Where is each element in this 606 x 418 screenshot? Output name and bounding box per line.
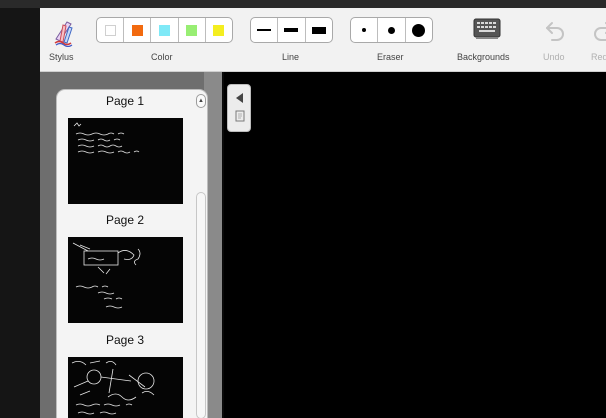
- color-orange[interactable]: [124, 18, 152, 42]
- keyboard-grid-icon: [473, 18, 501, 39]
- collapse-sidebar-button[interactable]: [227, 84, 251, 132]
- undo-button[interactable]: Undo: [536, 8, 574, 72]
- window-left-edge: [0, 8, 40, 418]
- eraser-label: Eraser: [377, 52, 404, 62]
- line-thick-icon: [311, 26, 326, 34]
- page-list: Page 1 Page 2 Page 3 ▲: [56, 89, 208, 418]
- undo-icon: [546, 22, 564, 41]
- page-icon: [235, 110, 245, 122]
- color-picker: [96, 17, 233, 43]
- line-medium-icon: [284, 28, 299, 32]
- line-label: Line: [282, 52, 300, 62]
- page-title: Page 1: [105, 94, 145, 108]
- page-2-sketch: [72, 242, 141, 309]
- drawing-canvas[interactable]: [224, 72, 606, 418]
- eraser-medium-icon: [387, 26, 395, 34]
- redo-button[interactable]: Redo: [586, 8, 606, 72]
- eraser-group: Eraser: [350, 8, 434, 72]
- color-green[interactable]: [179, 18, 206, 42]
- stylus-icon: [54, 21, 73, 47]
- window-top-edge: [0, 0, 606, 8]
- page-thumbnail-3[interactable]: [68, 357, 183, 418]
- eraser-large[interactable]: [406, 18, 432, 42]
- backgrounds-button[interactable]: Backgrounds: [440, 8, 530, 72]
- page-1-sketch: [73, 122, 140, 154]
- line-thin-icon: [257, 29, 272, 31]
- color-label: Color: [151, 52, 173, 62]
- color-group: Color: [96, 8, 234, 72]
- stylus-label: Stylus: [49, 52, 74, 62]
- line-group: Line: [250, 8, 334, 72]
- undo-label: Undo: [543, 52, 565, 62]
- eraser-large-icon: [412, 23, 426, 37]
- color-swatch: [104, 24, 116, 36]
- scrollbar-thumb[interactable]: [196, 192, 206, 418]
- eraser-size-picker: [350, 17, 433, 43]
- eraser-small-icon: [362, 28, 367, 32]
- eraser-medium[interactable]: [378, 18, 406, 42]
- redo-icon: [594, 22, 606, 41]
- page-title: Page 3: [105, 333, 145, 347]
- backgrounds-label: Backgrounds: [457, 52, 510, 62]
- color-white[interactable]: [97, 18, 125, 42]
- color-swatch: [159, 24, 170, 36]
- page-3-sketch: [71, 360, 155, 415]
- page-thumbnail-2[interactable]: [68, 237, 183, 323]
- color-swatch: [186, 24, 198, 36]
- color-swatch: [131, 24, 143, 36]
- page-thumbnail-1[interactable]: [68, 118, 183, 204]
- toolbar: Stylus Color Line Eraser Backgrounds Und…: [40, 8, 606, 72]
- color-swatch: [213, 24, 225, 36]
- line-thin[interactable]: [251, 18, 279, 42]
- page-title: Page 2: [105, 213, 145, 227]
- page-list-scrollbar[interactable]: ▲: [196, 94, 206, 418]
- line-medium[interactable]: [278, 18, 306, 42]
- line-width-picker: [250, 17, 333, 43]
- color-cyan[interactable]: [151, 18, 179, 42]
- line-thick[interactable]: [306, 18, 332, 42]
- app-window: Stylus Color Line Eraser Backgrounds Und…: [0, 0, 606, 418]
- color-yellow[interactable]: [206, 18, 232, 42]
- eraser-small[interactable]: [351, 18, 379, 42]
- scroll-up-arrow-icon[interactable]: ▲: [196, 94, 206, 108]
- redo-label: Redo: [591, 52, 606, 62]
- stylus-tool[interactable]: Stylus: [40, 8, 86, 72]
